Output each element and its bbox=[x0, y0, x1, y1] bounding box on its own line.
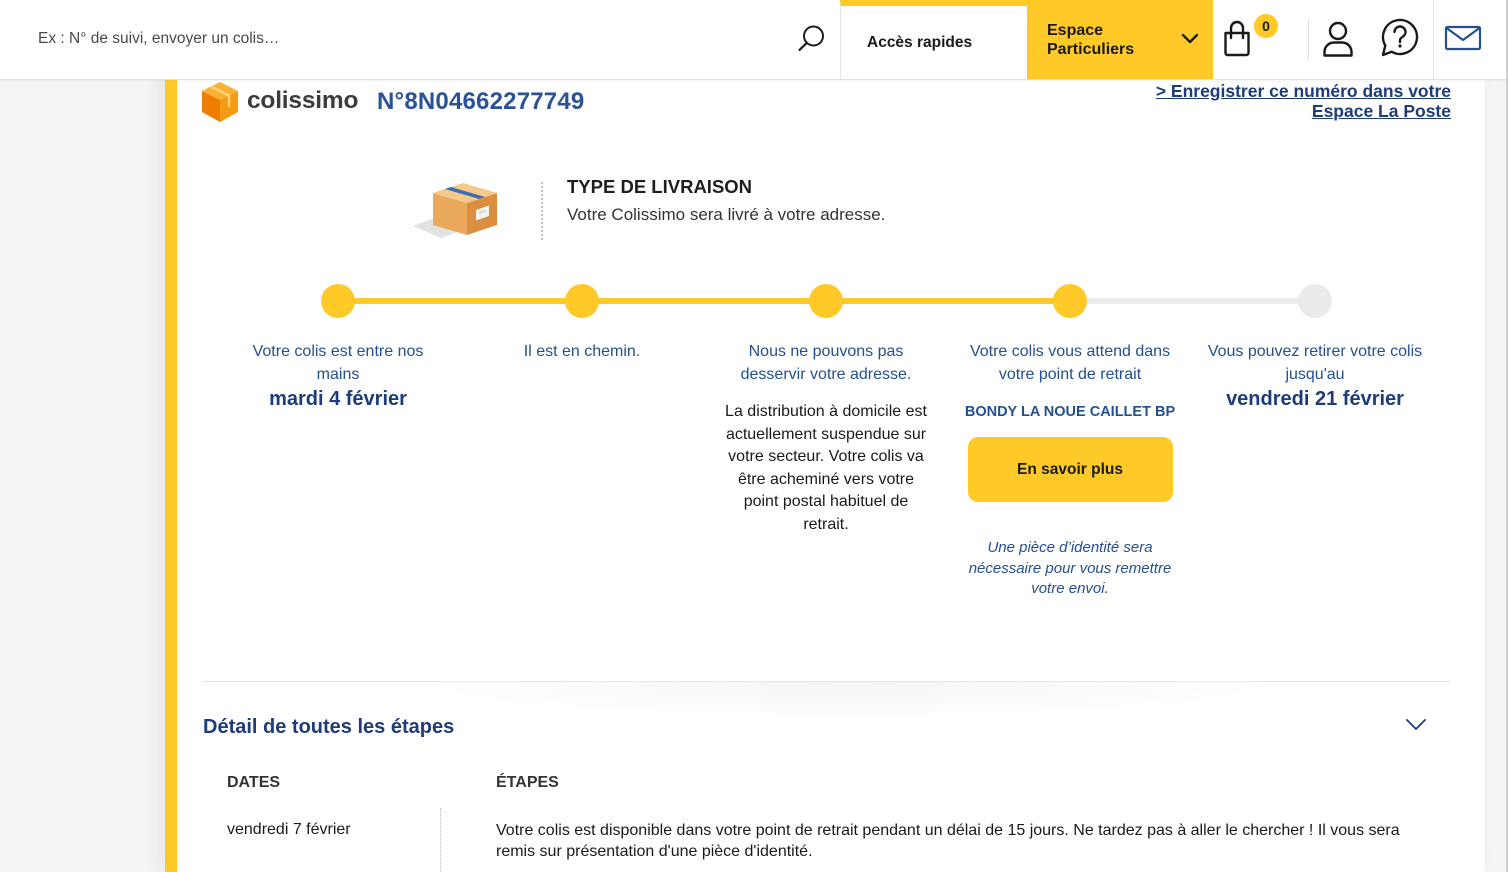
quick-access-label: Accès rapides bbox=[867, 34, 973, 51]
search-icon bbox=[798, 25, 824, 52]
timeline-step-5: Vous pouvez retirer votre colis jusqu'au… bbox=[1207, 340, 1424, 412]
progress-dot bbox=[809, 284, 843, 318]
table-divider bbox=[440, 808, 441, 872]
quick-access-menu[interactable]: Accès rapides bbox=[840, 0, 1027, 79]
progress-dot bbox=[1053, 284, 1087, 318]
column-header-steps: ÉTAPES bbox=[496, 774, 559, 791]
column-header-dates: DATES bbox=[227, 774, 281, 791]
delivery-divider bbox=[541, 182, 543, 240]
chevron-down-icon bbox=[1181, 33, 1199, 44]
espace-particuliers-label: Espace Particuliers bbox=[1047, 22, 1135, 58]
help-bubble-icon[interactable] bbox=[1380, 17, 1420, 59]
delivery-type-description: Votre Colissimo sera livré à votre adres… bbox=[567, 205, 886, 224]
progress-dot bbox=[1298, 284, 1332, 318]
step-label: Nous ne pouvons pas desservir votre adre… bbox=[740, 343, 912, 383]
site-header: Accès rapides Espace Particuliers 0 bbox=[0, 0, 1506, 80]
details-toggle-title[interactable]: Détail de toutes les étapes bbox=[203, 714, 454, 740]
progress-segment bbox=[826, 298, 1070, 304]
id-required-note: Une pièce d’identité sera nécessaire pou… bbox=[968, 539, 1172, 598]
mail-icon[interactable] bbox=[1443, 23, 1483, 53]
user-icon[interactable] bbox=[1321, 19, 1355, 57]
tracking-number: N°8N04662277749 bbox=[377, 88, 585, 115]
step-label: Vous pouvez retirer votre colis jusqu'au bbox=[1207, 343, 1423, 383]
cart-count-badge: 0 bbox=[1254, 14, 1278, 38]
table-row-text: Votre colis est disponible dans votre po… bbox=[496, 821, 1400, 860]
search-input[interactable] bbox=[38, 28, 768, 50]
progress-segment bbox=[1070, 298, 1315, 304]
step-date: mardi 4 février bbox=[269, 388, 407, 410]
step-label: Votre colis est entre nos mains bbox=[252, 343, 424, 383]
table-row-date: vendredi 7 février bbox=[227, 821, 351, 838]
step-label: Il est en chemin. bbox=[523, 343, 641, 360]
pickup-location: BONDY LA NOUE CAILLET BP bbox=[964, 404, 1176, 420]
espace-particuliers-menu[interactable]: Espace Particuliers bbox=[1027, 0, 1213, 79]
step-date: vendredi 21 février bbox=[1226, 388, 1404, 410]
step-detail: La distribution à domicile est actuellem… bbox=[725, 403, 927, 533]
colissimo-cube-icon bbox=[202, 82, 238, 122]
delivery-type-title: TYPE DE LIVRAISON bbox=[567, 176, 753, 197]
progress-dot bbox=[565, 284, 599, 318]
step-label: Votre colis vous attend dans votre point… bbox=[969, 343, 1171, 383]
header-separator bbox=[1308, 19, 1309, 59]
progress-dot bbox=[321, 284, 355, 318]
learn-more-button[interactable]: En savoir plus bbox=[967, 437, 1173, 502]
timeline-step-1: Votre colis est entre nos mains mardi 4 … bbox=[230, 340, 447, 412]
parcel-box-icon bbox=[413, 183, 497, 238]
timeline-step-4: Votre colis vous attend dans votre point… bbox=[962, 340, 1179, 600]
progress-segment bbox=[582, 298, 826, 304]
progress-segment bbox=[338, 298, 582, 304]
timeline-step-3: Nous ne pouvons pas desservir votre adre… bbox=[718, 340, 935, 536]
save-number-link[interactable]: > Enregistrer ce numéro dans votre Espac… bbox=[1151, 81, 1451, 121]
header-separator bbox=[1433, 0, 1434, 79]
brand-name: colissimo bbox=[247, 87, 359, 114]
shopping-bag-icon[interactable] bbox=[1221, 19, 1253, 57]
divider-shadow bbox=[420, 682, 1280, 718]
chevron-down-icon[interactable] bbox=[1405, 718, 1427, 732]
timeline-step-2: Il est en chemin. bbox=[474, 340, 691, 363]
search-button[interactable] bbox=[796, 22, 826, 54]
